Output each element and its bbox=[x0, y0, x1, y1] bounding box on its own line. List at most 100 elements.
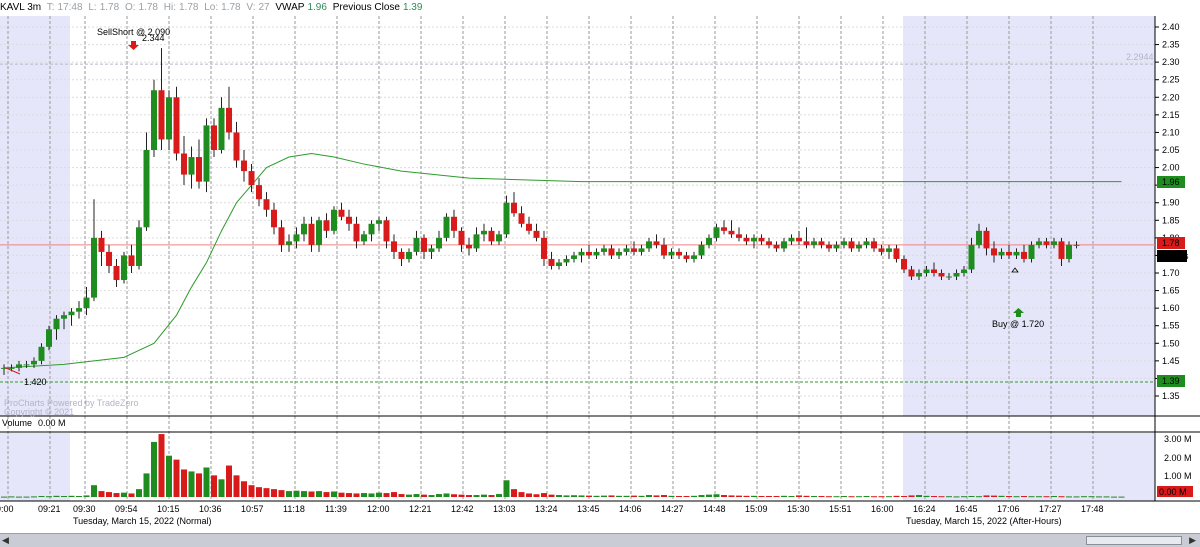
candle-body bbox=[211, 125, 217, 150]
volume-bar bbox=[203, 467, 210, 497]
volume-bar bbox=[878, 496, 885, 498]
volume-bar bbox=[466, 495, 472, 497]
volume-bar bbox=[578, 495, 585, 497]
time-tick-label: 09:21 bbox=[38, 504, 61, 514]
candle-body bbox=[1013, 251, 1020, 256]
volume-bar bbox=[233, 475, 240, 497]
volume-bar bbox=[1103, 496, 1110, 498]
time-tick-label: 15:51 bbox=[829, 504, 852, 514]
candle-body bbox=[908, 269, 915, 277]
time-tick-label: 16:24 bbox=[913, 504, 936, 514]
price-chart[interactable]: ProCharts Powered by TradeZero Copyright… bbox=[0, 0, 1200, 533]
volume-bar bbox=[668, 495, 675, 497]
volume-bar bbox=[548, 494, 555, 497]
candle-body bbox=[841, 241, 847, 245]
candle-body bbox=[923, 269, 930, 273]
candle-body bbox=[526, 223, 532, 231]
candle-body bbox=[436, 237, 442, 249]
candle-body bbox=[556, 262, 562, 266]
volume-bar bbox=[706, 494, 712, 497]
time-tick-label: 11:18 bbox=[283, 504, 305, 514]
volume-bar bbox=[353, 493, 360, 497]
timer-badge: 1m 56s bbox=[1157, 250, 1189, 262]
volume-bar bbox=[361, 493, 367, 497]
low-marker-label: 1.420 bbox=[24, 377, 47, 387]
candle-body bbox=[458, 230, 465, 245]
timer-badge-text: 1m 56s bbox=[1159, 251, 1189, 261]
candle-body bbox=[706, 237, 712, 245]
volume-bar bbox=[278, 490, 285, 497]
price-tick-label: 1.50 bbox=[1162, 338, 1180, 348]
volume-bar bbox=[586, 495, 592, 497]
price-tick-label: 2.20 bbox=[1162, 92, 1180, 102]
volume-bar bbox=[293, 490, 300, 497]
candle-body bbox=[976, 230, 982, 245]
volume-bar bbox=[136, 489, 142, 497]
premarket-shade-volume bbox=[0, 433, 70, 501]
scroll-left-arrow-icon[interactable]: ◀ bbox=[2, 535, 9, 546]
candle-body bbox=[53, 318, 60, 330]
candle-body bbox=[158, 90, 165, 140]
volume-bar bbox=[863, 496, 870, 498]
volume-bar bbox=[181, 469, 187, 497]
candle-body bbox=[916, 273, 922, 277]
volume-bar bbox=[98, 491, 105, 497]
scroll-right-arrow-icon[interactable]: ▶ bbox=[1189, 535, 1196, 546]
candle-body bbox=[391, 241, 397, 252]
candle-body bbox=[818, 241, 825, 245]
price-tick-label: 1.55 bbox=[1162, 321, 1180, 331]
candle-body bbox=[98, 237, 105, 252]
candle-body bbox=[518, 213, 525, 224]
time-tick-label: 14:48 bbox=[703, 504, 726, 514]
price-tick-label: 1.65 bbox=[1162, 286, 1180, 296]
volume-tick-1: 1.00 M bbox=[1164, 471, 1192, 481]
candle-body bbox=[901, 258, 907, 270]
price-tick-label: 2.00 bbox=[1162, 163, 1180, 173]
volume-bar bbox=[368, 493, 375, 497]
candle-body bbox=[601, 248, 607, 252]
volume-bar bbox=[1111, 496, 1117, 498]
price-tick-label: 1.60 bbox=[1162, 303, 1180, 313]
candle-body bbox=[968, 244, 975, 270]
candle-body bbox=[1058, 241, 1065, 259]
volume-bar bbox=[473, 495, 480, 497]
volume-bar bbox=[383, 493, 390, 497]
volume-bar bbox=[218, 479, 225, 497]
candle-body bbox=[1051, 241, 1057, 245]
volume-bar bbox=[143, 473, 150, 497]
volume-bar bbox=[1088, 496, 1095, 498]
candle-body bbox=[331, 209, 337, 231]
volume-tick-3: 3.00 M bbox=[1164, 434, 1192, 444]
volume-bar bbox=[1013, 496, 1020, 498]
candle-body bbox=[848, 241, 855, 249]
candle-body bbox=[991, 248, 997, 256]
candle-body bbox=[31, 360, 37, 365]
volume-bar bbox=[938, 496, 945, 498]
time-tick-label: 14:06 bbox=[619, 504, 642, 514]
chart-scrollbar[interactable]: ◀ ▶ bbox=[0, 533, 1200, 547]
scroll-thumb[interactable] bbox=[1086, 536, 1182, 545]
candle-body bbox=[173, 97, 180, 154]
candle-body bbox=[743, 237, 750, 242]
candle-body bbox=[668, 251, 675, 256]
volume-bar bbox=[196, 473, 202, 497]
volume-bar bbox=[308, 491, 315, 497]
candle-body bbox=[826, 244, 832, 249]
volume-bar bbox=[398, 494, 405, 497]
time-tick-label: 13:24 bbox=[535, 504, 558, 514]
candle-body bbox=[803, 241, 810, 245]
volume-bar bbox=[331, 491, 337, 497]
vwap-badge-text: 1.96 bbox=[1162, 177, 1180, 187]
candle-body bbox=[38, 346, 45, 361]
time-tick-label: 09:30 bbox=[73, 504, 96, 514]
candle-body bbox=[143, 150, 150, 228]
candle-body bbox=[323, 220, 330, 231]
volume-bar bbox=[481, 494, 487, 497]
volume-pane-label: Volume bbox=[2, 418, 32, 428]
candle-body bbox=[293, 234, 300, 242]
candle-body bbox=[878, 248, 885, 252]
volume-bar bbox=[556, 495, 562, 497]
price-tick-label: 2.40 bbox=[1162, 22, 1180, 32]
volume-bar bbox=[158, 434, 165, 497]
volume-bar bbox=[53, 495, 60, 497]
